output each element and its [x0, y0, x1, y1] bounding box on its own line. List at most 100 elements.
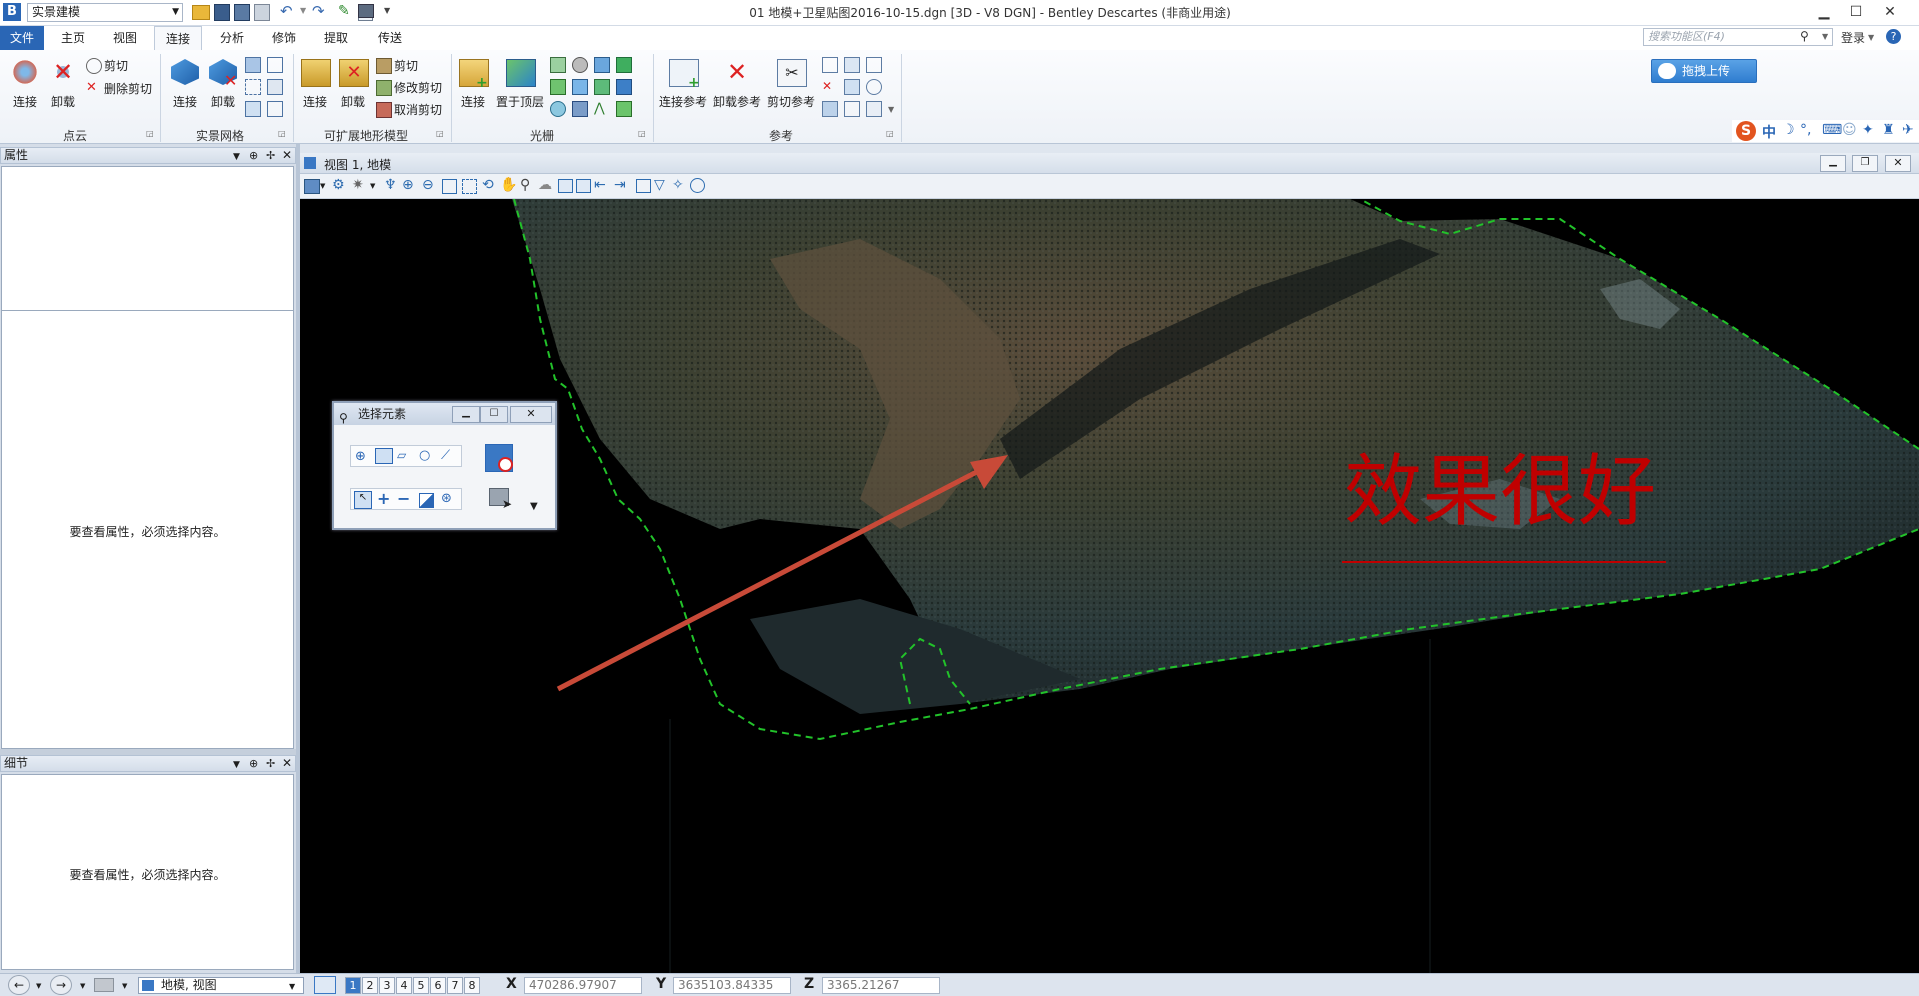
- ref-tool-8-icon[interactable]: [844, 101, 860, 117]
- zoom-out-icon[interactable]: ⊖: [422, 177, 434, 193]
- keyboard-icon[interactable]: ⌨: [1822, 122, 1842, 138]
- pointcloud-clip-button[interactable]: 剪切: [86, 57, 156, 74]
- dialog-launcher-icon[interactable]: ◲: [146, 129, 154, 138]
- camera-icon[interactable]: ✧: [672, 177, 684, 193]
- individual-select-icon[interactable]: ⊕: [355, 449, 366, 464]
- maximize-button[interactable]: ☐: [1843, 2, 1869, 22]
- undo-icon[interactable]: ↶: [280, 2, 293, 20]
- tab-home[interactable]: 主页: [52, 26, 94, 50]
- user-icon[interactable]: ☺: [1842, 122, 1857, 138]
- skin-icon[interactable]: ✦: [1862, 122, 1874, 138]
- pin-auto-hide-icon[interactable]: ✢: [266, 148, 275, 163]
- walk-icon[interactable]: ⚲: [520, 177, 530, 193]
- pin-auto-hide-icon[interactable]: ✢: [266, 756, 275, 771]
- chevron-down-icon[interactable]: ▼: [320, 182, 325, 190]
- dropdown-icon[interactable]: ▼: [300, 6, 306, 15]
- back-nav-icon[interactable]: ←: [8, 975, 30, 995]
- raster-tool-3-icon[interactable]: [594, 57, 610, 73]
- window-area-icon[interactable]: [442, 179, 457, 194]
- view-button-4[interactable]: 4: [396, 977, 412, 994]
- app-logo-icon[interactable]: B: [3, 3, 21, 21]
- tab-view[interactable]: 视图: [104, 26, 146, 50]
- dialog-launcher-icon[interactable]: ◲: [278, 129, 286, 138]
- zoom-in-icon[interactable]: ⊕: [402, 177, 414, 193]
- mesh-unload-button[interactable]: ✕ 卸载: [204, 57, 242, 109]
- clip-volume-icon[interactable]: ▽: [654, 177, 665, 193]
- ime-language-label[interactable]: 中: [1762, 122, 1776, 142]
- raster-tool-12-icon[interactable]: [616, 101, 632, 117]
- forward-nav-icon[interactable]: →: [50, 975, 72, 995]
- dialog-minimize-button[interactable]: ▁: [452, 406, 480, 423]
- tab-analyze[interactable]: 分析: [210, 26, 254, 50]
- ref-tool-1-icon[interactable]: [822, 57, 838, 73]
- ref-tool-7-icon[interactable]: [822, 101, 838, 117]
- ref-tool-6-icon[interactable]: [866, 79, 882, 95]
- chevron-down-icon[interactable]: ▼: [36, 982, 41, 990]
- mesh-tool-5-icon[interactable]: [245, 101, 261, 117]
- new-selection-icon[interactable]: ↖: [354, 491, 372, 509]
- raster-tool-4-icon[interactable]: [616, 57, 632, 73]
- printer-icon[interactable]: [358, 4, 374, 18]
- chevron-down-icon[interactable]: ▼: [530, 501, 538, 512]
- terrain-cancel-clip-button[interactable]: 取消剪切: [376, 101, 456, 118]
- brush-icon[interactable]: ♆: [384, 177, 397, 193]
- reference-clip-button[interactable]: ✂ 剪切参考: [766, 57, 816, 109]
- select-dialog-titlebar[interactable]: ⚲ 选择元素 ▁ ☐ ✕: [334, 403, 555, 425]
- chevron-down-icon[interactable]: ▼: [370, 182, 375, 190]
- pointcloud-connect-button[interactable]: 连接: [6, 57, 44, 109]
- save-settings-icon[interactable]: [234, 4, 250, 21]
- terrain-modify-clip-button[interactable]: 修改剪切: [376, 79, 456, 96]
- search-icon[interactable]: ⚲: [1800, 29, 1809, 43]
- block-select-icon[interactable]: [375, 448, 393, 464]
- view-groups-icon[interactable]: [314, 976, 336, 994]
- viewport-3d[interactable]: 效果很好: [300, 199, 1919, 973]
- chevron-down-icon[interactable]: ▼: [1822, 32, 1828, 41]
- login-link[interactable]: 登录: [1841, 29, 1865, 46]
- chevron-down-icon[interactable]: ▼: [122, 982, 127, 990]
- dialog-launcher-icon[interactable]: ◲: [638, 129, 646, 138]
- ref-tool-5-icon[interactable]: [844, 79, 860, 95]
- raster-connect-button[interactable]: + 连接: [454, 57, 492, 109]
- view-attributes-icon[interactable]: [304, 179, 320, 194]
- pointcloud-unload-button[interactable]: ✕ 卸载: [44, 57, 82, 109]
- close-icon[interactable]: ✕: [282, 756, 292, 771]
- view-button-1[interactable]: 1: [345, 977, 361, 994]
- shirt-icon[interactable]: ♜: [1882, 122, 1895, 138]
- view-close-button[interactable]: ✕: [1885, 155, 1911, 172]
- view-button-2[interactable]: 2: [362, 977, 378, 994]
- display-style-icon[interactable]: ⚙: [332, 177, 345, 193]
- open-folder-icon[interactable]: [192, 5, 210, 20]
- view-minimize-button[interactable]: ▁: [1820, 155, 1846, 172]
- half-width-icon[interactable]: ☽: [1782, 122, 1795, 138]
- ref-tool-2-icon[interactable]: [844, 57, 860, 73]
- wrench-icon[interactable]: ✈: [1902, 122, 1914, 138]
- mesh-tool-6-icon[interactable]: [267, 101, 283, 117]
- raster-tool-10-icon[interactable]: [572, 101, 588, 117]
- render-icon[interactable]: [690, 178, 705, 193]
- ref-tool-3-icon[interactable]: [866, 57, 882, 73]
- y-coord-field[interactable]: 3635103.84335: [673, 977, 791, 994]
- reference-connect-button[interactable]: + 连接参考: [658, 57, 708, 109]
- raster-tool-8-icon[interactable]: [616, 79, 632, 95]
- minimize-button[interactable]: ▁: [1811, 2, 1837, 22]
- customize-qat-icon[interactable]: ▼: [384, 6, 390, 15]
- reference-unload-button[interactable]: ✕ 卸载参考: [712, 57, 762, 109]
- dialog-restore-button[interactable]: ☐: [480, 406, 508, 423]
- fly-icon[interactable]: ☁: [538, 177, 552, 193]
- rotate-view-icon[interactable]: ⟲: [482, 177, 494, 193]
- view-button-6[interactable]: 6: [430, 977, 446, 994]
- ref-tool-9-icon[interactable]: [866, 101, 882, 117]
- view-button-8[interactable]: 8: [464, 977, 480, 994]
- workspace-select[interactable]: 实景建模 ▼: [27, 3, 183, 22]
- close-button[interactable]: ✕: [1877, 2, 1903, 22]
- dropdown-icon[interactable]: ▼: [1868, 33, 1874, 42]
- view-button-7[interactable]: 7: [447, 977, 463, 994]
- raster-tool-2-icon[interactable]: [572, 57, 588, 73]
- mesh-tool-4-icon[interactable]: [267, 79, 283, 95]
- chevron-down-icon[interactable]: ▼: [233, 758, 240, 773]
- chevron-down-icon[interactable]: ▼: [233, 150, 240, 165]
- sogou-logo-icon[interactable]: S: [1736, 121, 1756, 141]
- close-icon[interactable]: ✕: [282, 148, 292, 163]
- view-previous-icon[interactable]: [558, 179, 573, 193]
- ref-tool-4-icon[interactable]: ✕: [822, 79, 836, 93]
